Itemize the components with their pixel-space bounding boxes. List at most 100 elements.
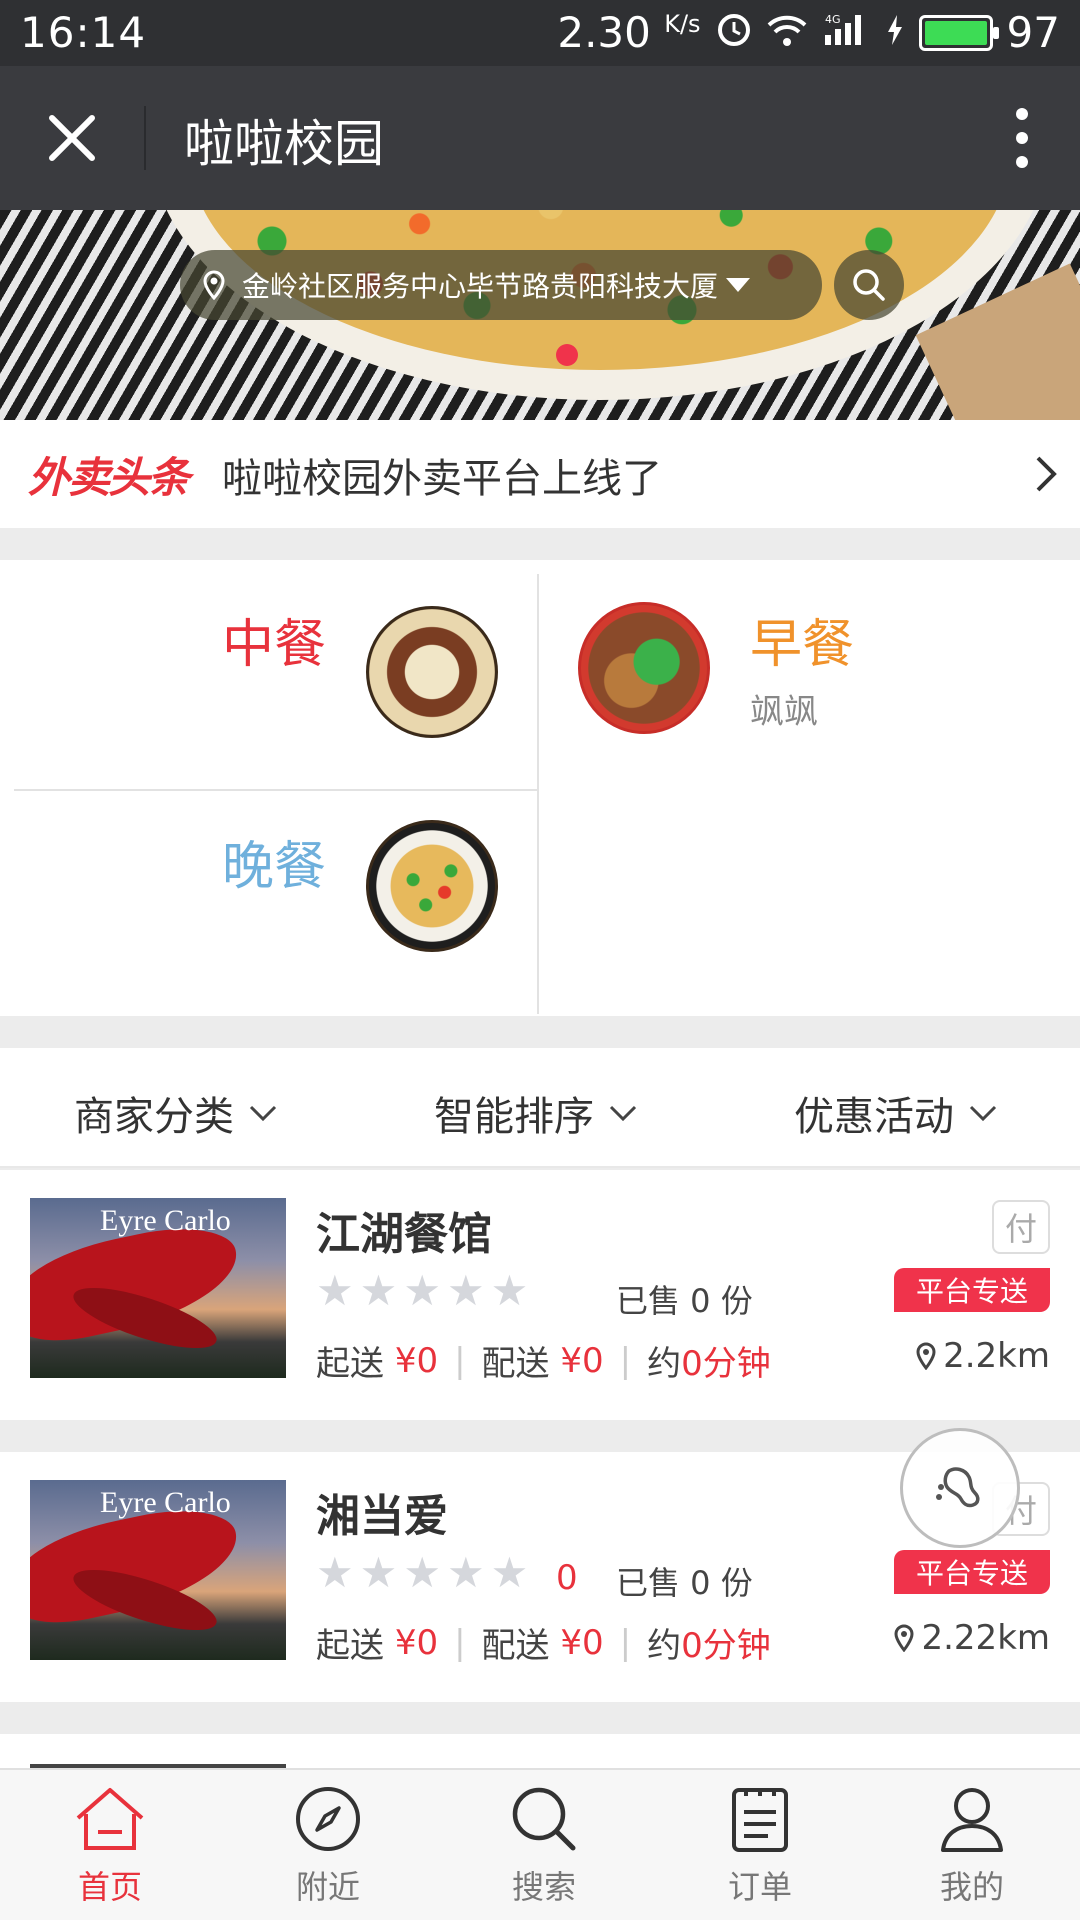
address-selector[interactable]: 金岭社区服务中心毕节路贵阳科技大厦	[180, 250, 822, 320]
status-time: 16:14	[20, 8, 147, 57]
sold-count: 已售 0 份	[616, 1564, 753, 1602]
nav-profile[interactable]: 我的	[902, 1784, 1042, 1914]
star-rating: ★ ★ ★ ★ ★	[316, 1270, 528, 1312]
star-icon: ★	[359, 1548, 398, 1597]
network-speed: 2.30 K/s	[557, 8, 700, 57]
category-title: 早餐	[750, 615, 855, 675]
shop-distance: 2.2km	[915, 1336, 1050, 1376]
caret-down-icon	[726, 278, 751, 292]
category-image	[366, 606, 498, 738]
star-icon: ★	[359, 1266, 398, 1315]
nav-orders[interactable]: 订单	[690, 1784, 830, 1914]
more-button[interactable]	[1004, 102, 1040, 174]
nav-home[interactable]: 首页	[40, 1784, 180, 1914]
category-title: 晚餐	[222, 837, 327, 897]
category-image	[578, 602, 710, 734]
star-icon: ★	[446, 1266, 485, 1315]
close-button[interactable]	[36, 102, 108, 174]
min-order-label: 起送	[316, 1344, 384, 1384]
shop-image: Eyre Carlo	[30, 1198, 286, 1378]
shop-meta: 起送 ¥0 | 配送 ¥0 | 约 0分钟	[316, 1336, 771, 1385]
sold-count: 已售 0 份	[616, 1282, 753, 1320]
status-bar: 16:14 2.30 K/s 4G 97	[0, 0, 1080, 66]
headline-text: 啦啦校园外卖平台上线了	[222, 456, 662, 502]
nav-label: 我的	[939, 1868, 1004, 1906]
signal-icon: 4G	[821, 8, 871, 57]
delivery-time-prefix: 约	[647, 1344, 682, 1384]
network-type: 4G	[825, 13, 841, 26]
filter-label: 优惠活动	[794, 1094, 954, 1140]
battery-level: 97	[1006, 8, 1060, 57]
category-divider-vertical	[537, 574, 539, 1014]
star-rating: ★ ★ ★ ★ ★	[316, 1552, 528, 1594]
category-grid: 中餐 早餐 飒飒 晚餐	[0, 560, 1080, 1016]
nav-label: 搜索	[511, 1868, 576, 1906]
category-subtitle: 飒飒	[750, 692, 818, 732]
more-vertical-icon	[1016, 108, 1028, 168]
min-order-value: ¥0	[394, 1622, 439, 1663]
home-icon	[76, 1788, 144, 1850]
network-speed-unit: K/s	[664, 10, 701, 38]
shop-image: Eyre Carlo	[30, 1480, 286, 1660]
nav-search[interactable]: 搜索	[474, 1784, 614, 1914]
filter-category[interactable]: 商家分类	[74, 1084, 278, 1142]
filter-bar: 商家分类 智能排序 优惠活动	[0, 1048, 1080, 1168]
wifi-icon	[767, 8, 807, 57]
banner-carousel[interactable]: 金岭社区服务中心毕节路贵阳科技大厦	[0, 210, 1080, 420]
title-bar: 啦啦校园	[0, 66, 1080, 210]
battery-icon	[918, 14, 999, 51]
chevron-right-icon	[1036, 456, 1057, 492]
star-icon: ★	[403, 1548, 441, 1597]
category-divider-horizontal	[14, 789, 537, 791]
address-text: 金岭社区服务中心毕节路贵阳科技大厦	[242, 270, 719, 303]
delivery-fee-value: ¥0	[560, 1340, 604, 1381]
footprint-icon	[936, 1467, 980, 1508]
close-icon	[49, 115, 95, 161]
charging-icon	[885, 8, 905, 57]
location-pin-icon	[916, 1342, 936, 1370]
star-icon: ★	[316, 1548, 354, 1597]
shop-card[interactable]: Eyre Carlo 江湖餐馆 ★ ★ ★ ★ ★ 已售 0 份 起送 ¥0 |…	[0, 1170, 1080, 1420]
shop-meta: 起送 ¥0 | 配送 ¥0 | 约 0分钟	[316, 1618, 771, 1667]
banner-search-button[interactable]	[834, 250, 904, 320]
status-icons: 2.30 K/s 4G 97	[557, 8, 1060, 57]
meta-separator: |	[454, 1622, 466, 1663]
nav-nearby[interactable]: 附近	[258, 1784, 398, 1914]
search-icon	[512, 1787, 576, 1851]
meta-separator: |	[619, 1622, 632, 1663]
shop-distance: 2.22km	[893, 1618, 1050, 1658]
distance-value: 2.2km	[943, 1336, 1050, 1376]
image-brand-text: Eyre Carlo	[100, 1486, 231, 1519]
min-order-value: ¥0	[394, 1340, 439, 1381]
filter-promotions[interactable]: 优惠活动	[794, 1084, 998, 1142]
delivery-time-prefix: 约	[647, 1626, 682, 1666]
network-speed-value: 2.30	[557, 8, 651, 57]
chevron-down-icon	[609, 1105, 637, 1122]
star-icon: ★	[490, 1266, 529, 1315]
filter-sort[interactable]: 智能排序	[434, 1084, 638, 1142]
delivery-time-value: 0分钟	[681, 1344, 771, 1384]
star-icon: ★	[446, 1548, 485, 1597]
compass-icon	[296, 1787, 360, 1851]
rating-value: 0	[556, 1558, 578, 1598]
floating-footprint-button[interactable]	[900, 1428, 1020, 1548]
star-icon: ★	[490, 1548, 529, 1597]
pay-badge: 付	[992, 1200, 1050, 1254]
delivery-badge: 平台专送	[894, 1268, 1050, 1312]
delivery-fee-label: 配送	[481, 1344, 550, 1384]
filter-label: 智能排序	[434, 1094, 594, 1140]
shop-name: 湘当爱	[316, 1491, 448, 1542]
bottom-nav: 首页 附近 搜索 订单 我的	[0, 1768, 1080, 1920]
carousel-indicator	[556, 344, 578, 366]
image-brand-text: Eyre Carlo	[100, 1204, 231, 1237]
nav-label: 附近	[295, 1868, 360, 1906]
page-title: 啦啦校园	[184, 115, 384, 173]
alarm-icon	[715, 8, 753, 57]
nav-label: 订单	[727, 1868, 792, 1906]
chevron-down-icon	[249, 1105, 277, 1122]
delivery-time-value: 0分钟	[681, 1626, 771, 1666]
chevron-down-icon	[969, 1105, 997, 1122]
news-headline[interactable]: 外卖头条 啦啦校园外卖平台上线了	[0, 420, 1080, 528]
headline-logo: 外卖头条	[28, 453, 190, 502]
location-pin-icon	[203, 270, 225, 300]
